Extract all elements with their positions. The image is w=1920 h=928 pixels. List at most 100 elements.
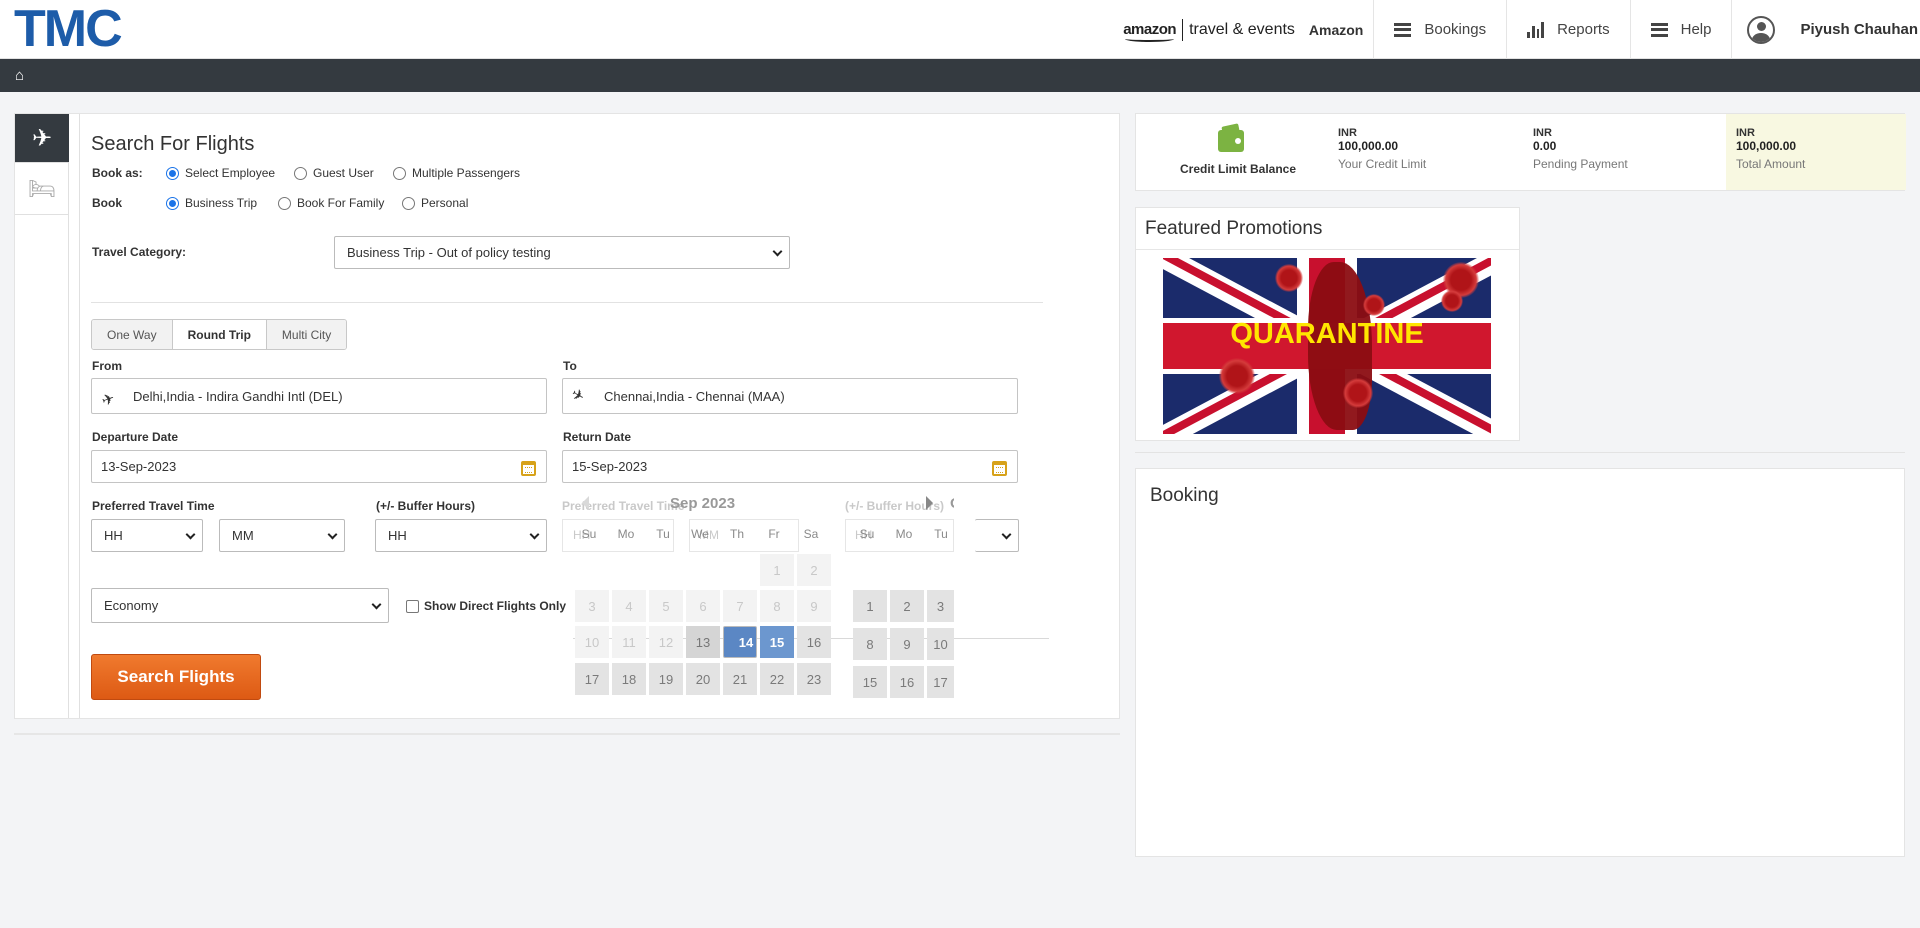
hour-select[interactable]: HH	[91, 519, 203, 552]
to-input[interactable]: ✈ Chennai,India - Chennai (MAA)	[562, 378, 1018, 414]
round-trip-button[interactable]: Round Trip	[172, 320, 267, 349]
calendar-day[interactable]: 2	[797, 554, 831, 586]
from-label: From	[92, 359, 122, 373]
home-icon[interactable]: ⌂	[15, 67, 24, 84]
calendar-day[interactable]: 23	[797, 663, 831, 695]
to-label: To	[563, 359, 577, 373]
user-menu[interactable]: Piyush Chauhan	[1732, 0, 1920, 59]
flight-tab[interactable]: ✈	[15, 114, 69, 163]
calendar-day[interactable]: 11	[612, 626, 646, 658]
panel-shadow	[14, 733, 1120, 735]
airplane-icon: ✈	[31, 124, 53, 152]
calendar-day[interactable]: 10	[927, 628, 954, 660]
radio-icon	[294, 166, 307, 180]
nav-help[interactable]: Help	[1631, 0, 1733, 59]
one-way-button[interactable]: One Way	[92, 320, 173, 349]
pending-payment-amount: INR 0.00 Pending Payment	[1533, 127, 1628, 171]
calendar-icon[interactable]	[521, 461, 536, 476]
calendar-day[interactable]: 8	[760, 590, 794, 622]
cabin-class-select[interactable]: Economy	[91, 588, 389, 623]
promotion-image[interactable]: QUARANTINE	[1163, 258, 1491, 434]
multi-city-button[interactable]: Multi City	[266, 320, 347, 349]
calendar-day[interactable]: 21	[723, 663, 757, 695]
virus-icon	[1363, 294, 1385, 316]
weekday-header: Su	[581, 527, 597, 541]
book-label: Book	[92, 196, 122, 210]
direct-flights-checkbox[interactable]: Show Direct Flights Only	[406, 599, 566, 613]
buffer-hours-label: (+/- Buffer Hours)	[376, 499, 475, 513]
radio-checked-icon	[166, 196, 179, 210]
buffer-hours-select[interactable]: HH	[375, 519, 547, 552]
calendar-day[interactable]: 7	[723, 590, 757, 622]
from-input[interactable]: ✈ Delhi,India - Indira Gandhi Intl (DEL)	[91, 378, 547, 414]
calendar-day[interactable]: 19	[649, 663, 683, 695]
calendar-day[interactable]: 4	[612, 590, 646, 622]
calendar-day[interactable]: 16	[890, 666, 924, 698]
calendar-day[interactable]: 9	[890, 628, 924, 660]
calendar-day[interactable]: 17	[575, 663, 609, 695]
calendar-day[interactable]: 16	[797, 626, 831, 658]
ghost-preferred-time: Preferred Travel Time	[562, 499, 685, 513]
departure-date-input[interactable]: 13-Sep-2023	[91, 450, 547, 483]
credit-limit-label: Credit Limit Balance	[1180, 162, 1297, 176]
divider	[1136, 249, 1519, 250]
checkbox-icon	[406, 599, 419, 613]
weekday-header: Mo	[617, 527, 635, 541]
calendar-day[interactable]: 9	[797, 590, 831, 622]
calendar-day[interactable]: 1	[760, 554, 794, 586]
calendar-day[interactable]: 1	[853, 590, 887, 622]
weekday-header: Sa	[803, 527, 819, 541]
calendar-day[interactable]: 6	[686, 590, 720, 622]
calendar-day[interactable]: 18	[612, 663, 646, 695]
takeoff-icon: ✈	[99, 389, 118, 411]
calendar-day[interactable]: 22	[760, 663, 794, 695]
radio-guest-user[interactable]: Guest User	[294, 166, 374, 180]
travel-events-text: travel & events	[1189, 20, 1295, 38]
brand-divider	[1182, 18, 1184, 41]
virus-icon	[1219, 358, 1255, 394]
calendar-day[interactable]: 3	[575, 590, 609, 622]
calendar-day[interactable]: 20	[686, 663, 720, 695]
tmc-logo[interactable]: TMC	[14, 3, 123, 55]
virus-icon	[1275, 264, 1303, 292]
next-calendar-month-title: O	[950, 495, 954, 512]
radio-checked-icon	[166, 166, 179, 180]
return-buffer-select[interactable]	[975, 519, 1019, 552]
calendar-day[interactable]: 3	[927, 590, 954, 622]
travel-category-select[interactable]: Business Trip - Out of policy testing	[334, 236, 790, 269]
weekday-header: Tu	[934, 527, 948, 541]
travel-category-label: Travel Category:	[92, 245, 187, 259]
return-date-input[interactable]: 15-Sep-2023	[562, 450, 1018, 483]
radio-select-employee[interactable]: Select Employee	[166, 166, 275, 180]
nav-reports[interactable]: Reports	[1507, 0, 1631, 59]
calendar-day[interactable]: 5	[649, 590, 683, 622]
amazon-logo: amazon	[1123, 21, 1177, 42]
chevron-down-icon	[371, 599, 382, 610]
bed-icon: 🛏	[28, 175, 56, 201]
calendar-day[interactable]: 2	[890, 590, 924, 622]
menu-icon	[1650, 22, 1668, 37]
radio-personal[interactable]: Personal	[402, 196, 468, 210]
calendar-icon[interactable]	[992, 461, 1007, 476]
radio-multiple-passengers[interactable]: Multiple Passengers	[393, 166, 520, 180]
calendar-day[interactable]: 8	[853, 628, 887, 660]
calendar-day[interactable]: 15	[853, 666, 887, 698]
radio-book-for-family[interactable]: Book For Family	[278, 196, 384, 210]
search-flights-button[interactable]: Search Flights	[91, 654, 261, 700]
calendar-day[interactable]: 13	[686, 626, 720, 658]
weekday-header: Th	[729, 527, 744, 541]
calendar-day-selected-start[interactable]: 14	[723, 626, 757, 658]
prev-month-icon[interactable]	[582, 496, 589, 510]
divider	[91, 302, 1043, 303]
radio-icon	[278, 196, 291, 210]
radio-business-trip[interactable]: Business Trip	[166, 196, 257, 210]
calendar-day[interactable]: 10	[575, 626, 609, 658]
calendar-day-selected-end[interactable]: 15	[760, 626, 794, 658]
calendar-month-title: Sep 2023	[670, 495, 736, 512]
minute-select[interactable]: MM	[219, 519, 345, 552]
calendar-day[interactable]: 17	[927, 666, 954, 698]
calendar-day[interactable]: 12	[649, 626, 683, 658]
next-month-icon[interactable]	[926, 496, 933, 510]
hotel-tab[interactable]: 🛏	[15, 163, 69, 215]
nav-bookings[interactable]: Bookings	[1374, 0, 1508, 59]
